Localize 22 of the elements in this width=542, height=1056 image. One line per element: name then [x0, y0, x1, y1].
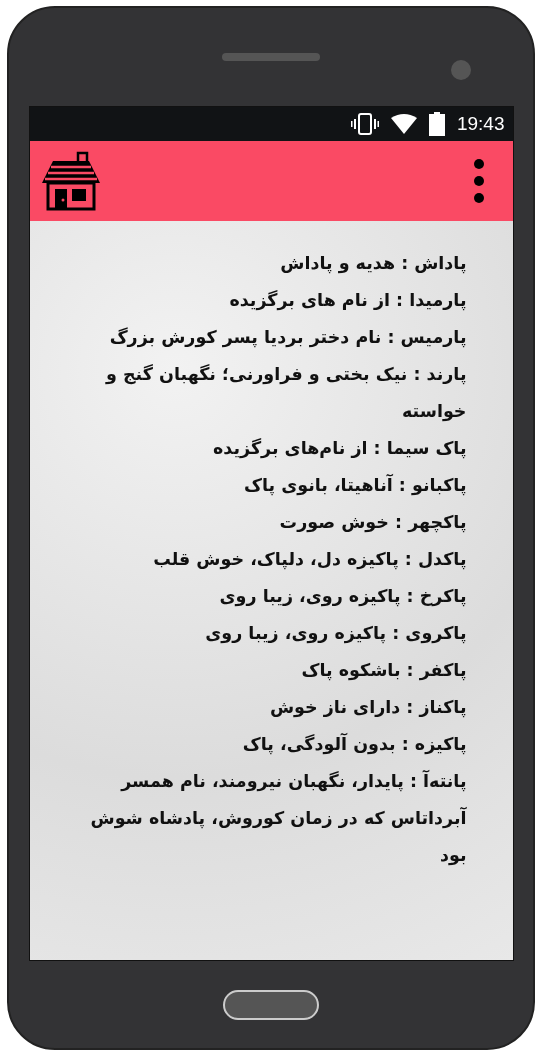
name-entry: پاداش : هدیه و پاداش [279, 252, 467, 276]
name-entry: پاکچهر : خوش صورت [278, 511, 467, 535]
home-button[interactable] [223, 989, 319, 1020]
name-entry: پاکفر : باشکوه پاک [300, 659, 467, 683]
name-entry: پانته‌آ : پایدار، نگهبان نیرومند، نام همسر آبرداتاس که در زمان کوروش، پادشاه شوش بود [89, 769, 467, 868]
name-entry: پاکناز : دارای ناز خوش [268, 696, 467, 720]
wifi-icon [390, 114, 417, 134]
menu-icon[interactable] [472, 158, 485, 204]
house-icon[interactable] [39, 151, 102, 211]
status-time: 19:43 [456, 113, 505, 135]
name-entry: پارند : نیک بختی و فراورنی؛ نگهبان گنج و خواسته [104, 363, 467, 424]
name-entry: پاکیزه : بدون آلودگی، پاک [241, 732, 467, 757]
name-entry: پاک سیما : از نام‌های برگزیده [212, 437, 467, 461]
camera-lens [451, 60, 471, 80]
name-entry: پارمیس : نام دختر بردیا پسر کورش بزرگ [108, 326, 467, 350]
name-entry: پارمیدا : از نام های برگزیده [228, 289, 467, 313]
vibrate-icon [350, 113, 379, 135]
battery-icon [428, 112, 445, 136]
name-entry: پاکبانو : آناهیتا، بانوی پاک [243, 473, 467, 498]
name-entry: پاکروی : پاکیزه روی، زیبا روی [204, 622, 467, 646]
name-entry: پاکدل : پاکیزه دل، دلپاک، خوش قلب [152, 548, 467, 572]
name-entry: پاکرخ : پاکیزه روی، زیبا روی [218, 585, 467, 609]
